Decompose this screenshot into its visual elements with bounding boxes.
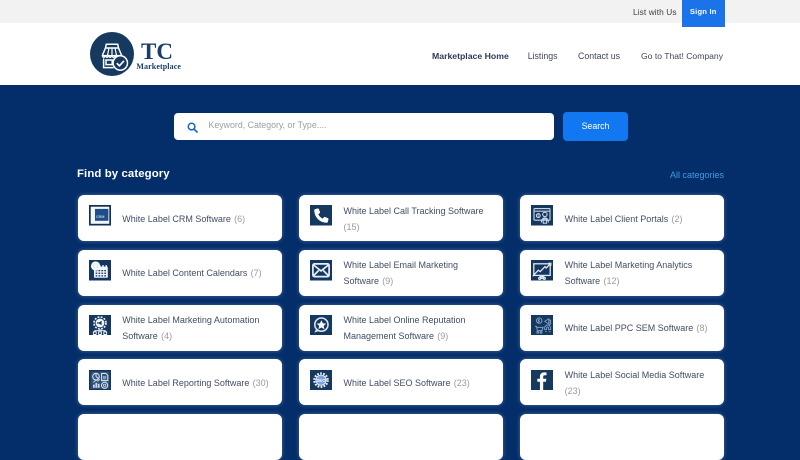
svg-text:CRM: CRM — [96, 215, 104, 219]
svg-text:$: $ — [538, 214, 540, 218]
svg-text:SEO: SEO — [317, 377, 327, 382]
